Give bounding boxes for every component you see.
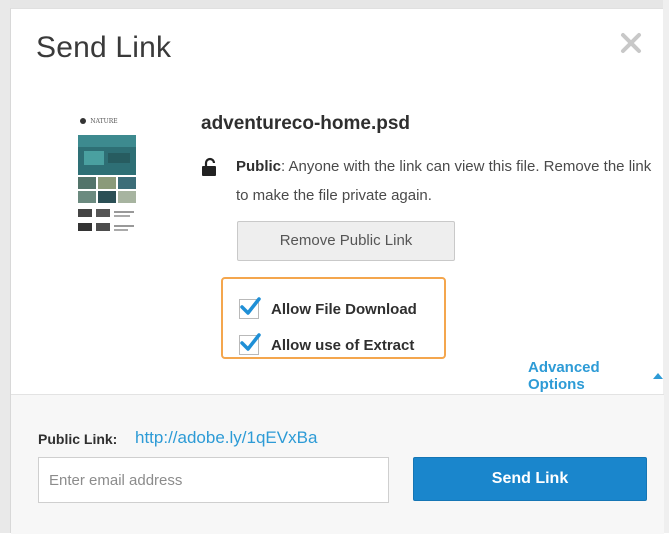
file-name: adventureco-home.psd [201, 113, 411, 134]
send-link-dialog: Send Link NATURE adventureco-home.psd Pu… [10, 8, 664, 534]
option-label: Allow File Download [271, 300, 417, 318]
option-label: Allow use of Extract [271, 336, 415, 354]
close-icon[interactable] [617, 29, 645, 57]
dialog-footer: Public Link: http://adobe.ly/1qEVxBa Sen… [11, 394, 664, 534]
visibility-description: Public: Anyone with the link can view th… [236, 152, 661, 210]
backdrop-top [0, 0, 669, 8]
checkbox-allow-use-of-extract[interactable] [239, 333, 261, 355]
visibility-label: Public [236, 158, 282, 175]
email-input[interactable] [38, 457, 389, 503]
public-link-label: Public Link: [38, 431, 118, 447]
backdrop-left [0, 0, 10, 533]
download-options-group: Allow File Download Allow use of Extract [221, 277, 446, 359]
thumbnail-caption: NATURE [90, 118, 117, 125]
unlock-icon [201, 157, 221, 177]
remove-public-link-button[interactable]: Remove Public Link [237, 221, 455, 261]
checkbox-allow-file-download[interactable] [239, 297, 261, 319]
option-allow-file-download[interactable]: Allow File Download [239, 297, 417, 321]
option-allow-use-of-extract[interactable]: Allow use of Extract [239, 333, 414, 357]
caret-up-icon [653, 373, 663, 379]
public-link-url[interactable]: http://adobe.ly/1qEVxBa [135, 428, 317, 448]
advanced-options-toggle[interactable]: Advanced Options [528, 359, 663, 393]
dialog-title: Send Link [36, 31, 172, 64]
file-thumbnail: NATURE [74, 113, 140, 243]
advanced-options-label: Advanced Options [528, 359, 600, 393]
visibility-text: : Anyone with the link can view this fil… [236, 158, 652, 204]
send-link-button[interactable]: Send Link [413, 457, 647, 501]
